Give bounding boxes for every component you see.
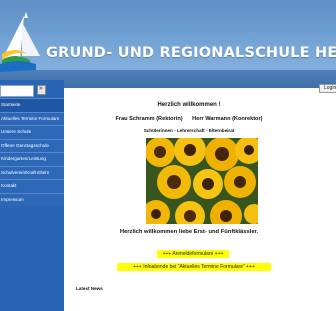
sailboat-logo-icon[interactable]: [0, 10, 48, 72]
sidebar-item-schulverein[interactable]: Schulverein/Kraft Eltern: [0, 165, 64, 179]
sidebar-nav: Startseite Aktuelles Termine Formulare U…: [0, 98, 64, 206]
site-title: GRUND- UND REGIONALSCHULE HEIKENDORF: [46, 45, 336, 61]
latest-news-heading: Latest News: [76, 286, 103, 291]
search-button-label: »: [39, 85, 43, 92]
sidebar-item-ganztagsschule[interactable]: Offene Ganztagsschule: [0, 138, 64, 152]
search-input[interactable]: [0, 85, 34, 97]
sidebar-item-aktuelles[interactable]: Aktuelles Termine Formulare: [0, 111, 64, 125]
welcome-heading: Herzlich willkommen !: [157, 102, 221, 108]
sidebar-item-impressum[interactable]: Impressum: [0, 192, 64, 206]
principals-line: Frau Schramm (Rektorin) Herr Warmann (Ko…: [64, 116, 314, 122]
search-go-icon[interactable]: »: [37, 85, 46, 95]
sidebar-item-startseite[interactable]: Startseite: [0, 98, 64, 112]
login-button[interactable]: Login: [319, 84, 336, 93]
sidebar-item-kindergarten[interactable]: Kindergarten/Leistung: [0, 152, 64, 166]
search-bar: »: [0, 84, 64, 98]
sunflowers-image: [146, 138, 258, 224]
registration-forms-link[interactable]: +++ Anmeldeformulare +++: [157, 250, 229, 258]
sidebar-item-unsere-schule[interactable]: Unsere Schule: [0, 125, 64, 139]
principal-rektorin: Frau Schramm (Rektorin): [115, 116, 183, 122]
info-evenings-notice[interactable]: +++ Infoabende bei "Aktuelles Termine Fo…: [117, 263, 271, 271]
sidebar-item-kontakt[interactable]: Kontakt: [0, 179, 64, 193]
school-groups: Schülerinnen - Lehrerschaft - Elternbeir…: [143, 128, 235, 133]
principal-konrektor: Herr Warmann (Konrektor): [192, 116, 263, 122]
site-header: GRUND- UND REGIONALSCHULE HEIKENDORF: [0, 0, 336, 88]
greeting-text: Herzlich willkommen liebe Erst- und Fünf…: [119, 229, 259, 235]
page: GRUND- UND REGIONALSCHULE HEIKENDORF » S…: [0, 0, 336, 311]
